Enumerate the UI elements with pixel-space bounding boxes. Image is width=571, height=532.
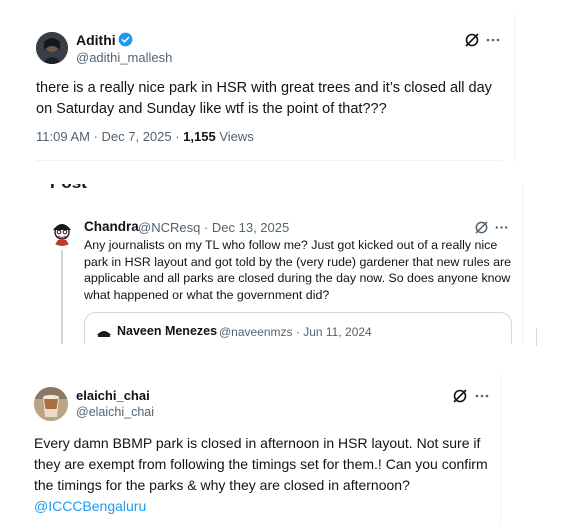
display-name[interactable]: elaichi_chai bbox=[76, 388, 150, 403]
tweet-text: there is a really nice park in HSR with … bbox=[36, 80, 492, 117]
tweet-text: Every damn BBMP park is closed in aftern… bbox=[34, 433, 506, 517]
tweet-text: Any journalists on my TL who follow me? … bbox=[84, 238, 512, 302]
timestamp[interactable]: 11:09 AM · Dec 7, 2025 · bbox=[36, 129, 183, 144]
avatar[interactable] bbox=[34, 387, 68, 421]
grok-icon[interactable] bbox=[474, 220, 489, 235]
display-name[interactable]: Adithi bbox=[76, 32, 116, 48]
views-count: 1,155 bbox=[183, 129, 216, 144]
right-border bbox=[522, 184, 523, 344]
scroll-marker bbox=[536, 328, 537, 346]
grok-icon[interactable] bbox=[452, 388, 468, 404]
quoted-tweet[interactable]: Naveen Menezes @naveenmzs · Jun 11, 2024 bbox=[84, 312, 512, 344]
handle[interactable]: @adithi_mallesh bbox=[76, 50, 172, 65]
more-icon[interactable] bbox=[494, 220, 509, 235]
quoted-handle-date: @naveenmzs · Jun 11, 2024 bbox=[219, 325, 372, 339]
tweet-elaichi-chai[interactable]: elaichi_chai @elaichi_chai Every damn BB… bbox=[20, 375, 515, 525]
post-header-partial: Post bbox=[50, 184, 87, 193]
tweet-adithi[interactable]: Adithi @adithi_mallesh there is a really… bbox=[20, 12, 515, 170]
handle-date[interactable]: @NCResq · Dec 13, 2025 bbox=[138, 220, 289, 235]
more-icon[interactable] bbox=[485, 32, 501, 48]
thread-line bbox=[61, 250, 63, 344]
verified-badge-icon bbox=[118, 32, 133, 47]
divider bbox=[36, 160, 502, 161]
tweet-body: Every damn BBMP park is closed in aftern… bbox=[34, 435, 488, 493]
grok-icon[interactable] bbox=[464, 32, 480, 48]
tweet-chandra[interactable]: Post Chandra @NCResq · Dec 13, 2025 Any … bbox=[30, 184, 523, 344]
right-border bbox=[514, 12, 515, 162]
more-icon[interactable] bbox=[474, 388, 490, 404]
right-border bbox=[500, 375, 501, 525]
quoted-name: Naveen Menezes bbox=[117, 324, 218, 338]
quoted-avatar bbox=[95, 323, 113, 341]
views-label: Views bbox=[215, 129, 254, 144]
display-name[interactable]: Chandra bbox=[84, 219, 139, 234]
avatar[interactable] bbox=[36, 32, 68, 64]
mention-link[interactable]: @ICCCBengaluru bbox=[34, 498, 146, 514]
tweet-meta: 11:09 AM · Dec 7, 2025 · 1,155 Views bbox=[36, 129, 254, 144]
handle[interactable]: @elaichi_chai bbox=[76, 405, 154, 419]
avatar[interactable] bbox=[48, 218, 76, 246]
